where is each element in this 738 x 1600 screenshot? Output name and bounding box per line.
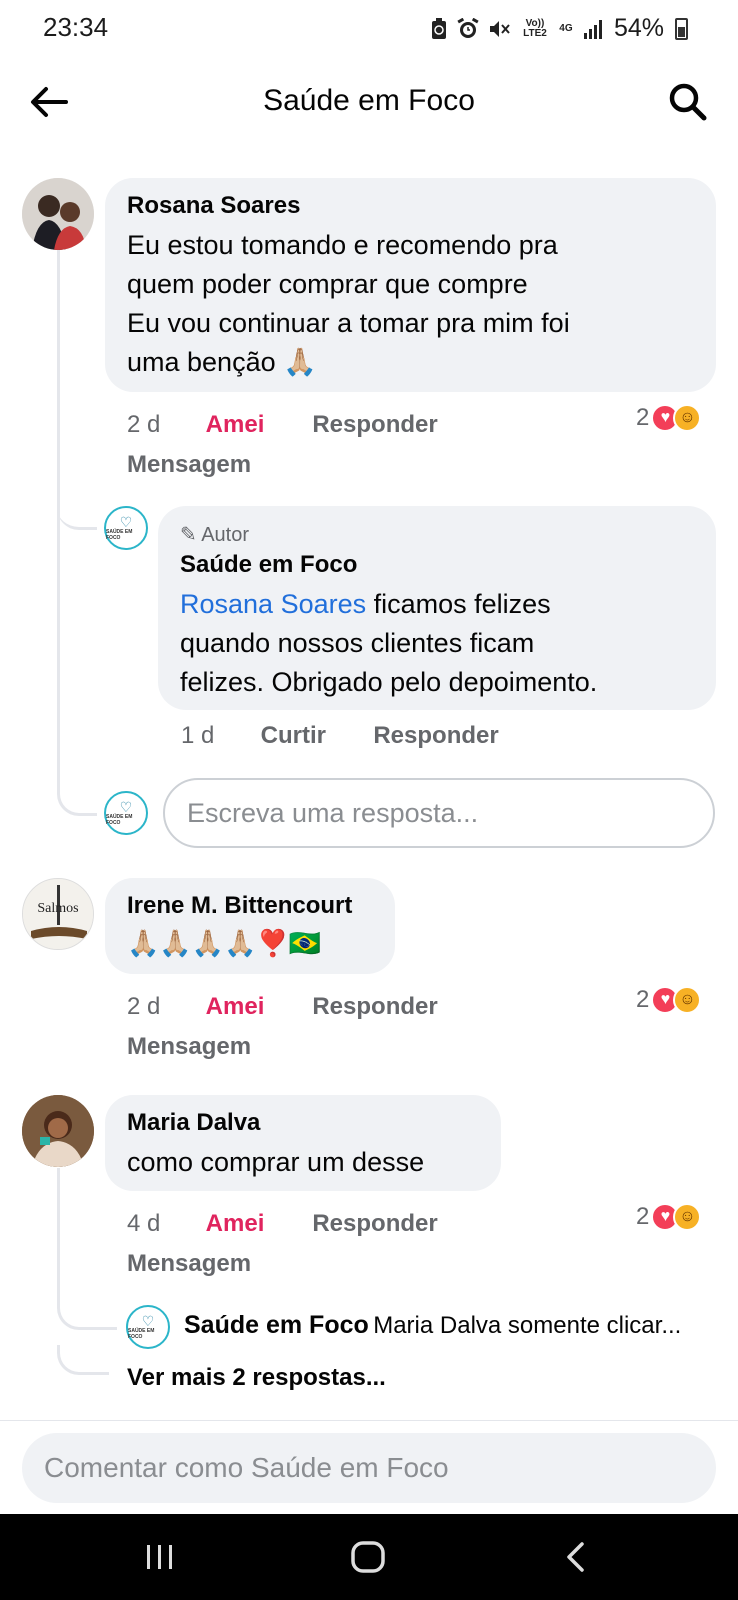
recent-apps-button[interactable] [140,1536,180,1578]
battery-percent: 54% [613,14,664,42]
battery-saver-icon [430,17,448,40]
reply-preview[interactable]: Saúde em Foco Maria Dalva somente clicar… [184,1311,724,1340]
mute-icon [488,18,512,40]
haha-reaction-icon: ☺ [673,986,702,1014]
home-icon [351,1541,385,1573]
thread-line [57,1168,60,1308]
message-button[interactable]: Mensagem [127,445,251,485]
comment-input[interactable]: Comentar como Saúde em Foco [22,1433,716,1503]
comment-text: 🙏🏼🙏🏼🙏🏼🙏🏼❣️🇧🇷 [127,928,322,958]
reaction-count: 2 [636,1203,650,1230]
comment-author[interactable]: Irene M. Bittencourt [127,892,373,920]
reaction-count: 2 [636,404,650,431]
reaction-summary[interactable]: 2 ♥ ☺ [636,986,702,1014]
reaction-button[interactable]: Amei [206,987,306,1027]
reply-input[interactable]: Escreva uma resposta... [163,778,715,848]
reply-actions: 1 d Curtir Responder [181,722,499,750]
heart-logo-icon: ♡ [119,514,133,530]
like-button[interactable]: Curtir [261,722,367,750]
back-nav-icon [567,1542,584,1572]
reply-preview-author: Saúde em Foco [184,1311,369,1339]
avatar[interactable]: Salmos [22,878,94,950]
comment-time: 4 d [127,1210,161,1237]
search-button[interactable] [666,80,710,124]
back-nav-button[interactable] [560,1536,590,1578]
search-icon [669,83,707,121]
comment-bubble[interactable]: Irene M. Bittencourt 🙏🏼🙏🏼🙏🏼🙏🏼❣️🇧🇷 [105,878,395,974]
comment-text: como comprar um desse [127,1147,425,1177]
message-button[interactable]: Mensagem [127,1027,251,1067]
heart-logo-icon: ♡ [119,799,133,815]
comment-text-line: uma benção 🙏🏼 [127,347,317,377]
reaction-summary[interactable]: 2 ♥ ☺ [636,404,702,432]
comment-time: 2 d [127,411,161,438]
comment-actions: 4 d Amei Responder Mensagem [127,1204,438,1284]
reaction-count: 2 [636,986,650,1013]
mention-link[interactable]: Rosana Soares [180,589,366,619]
reaction-button[interactable]: Amei [206,1204,306,1244]
thread-connector [57,1290,117,1330]
comment-bubble[interactable]: Maria Dalva como comprar um desse [105,1095,501,1191]
reply-button[interactable]: Responder [373,722,498,750]
comment-bubble[interactable]: Rosana Soares Eu estou tomando e recomen… [105,178,716,392]
reply-author[interactable]: Saúde em Foco [180,551,694,579]
thread-connector [57,1345,109,1375]
heart-logo-icon: ♡ [141,1313,155,1329]
reply-button[interactable]: Responder [312,405,437,445]
haha-reaction-icon: ☺ [673,404,702,432]
avatar-label: Salmos [37,901,79,916]
system-nav-bar [0,1514,738,1600]
comment-actions: 2 d Amei Responder Mensagem [127,987,438,1067]
reply-text-line: quando nossos clientes ficam [180,628,535,658]
status-time: 23:34 [43,12,109,42]
reply-button[interactable]: Responder [312,987,437,1027]
comment-text-line: Eu vou continuar a tomar pra mim foi [127,308,570,338]
reply-text-line: felizes. Obrigado pelo depoimento. [180,667,598,697]
pencil-icon: ✎ [180,524,197,546]
haha-reaction-icon: ☺ [673,1203,702,1231]
reply-preview-text: Maria Dalva somente clicar... [373,1312,682,1339]
page-avatar[interactable]: ♡ SAÚDE EM FOCO [126,1305,170,1349]
reply-bubble[interactable]: ✎ Autor Saúde em Foco Rosana Soares fica… [158,506,716,710]
app-header: Saúde em Foco [0,62,738,142]
reply-time: 1 d [181,722,215,749]
reaction-summary[interactable]: 2 ♥ ☺ [636,1203,702,1231]
page-avatar[interactable]: ♡ SAÚDE EM FOCO [104,791,148,835]
comment-text-line: Eu estou tomando e recomendo pra [127,230,558,260]
page-title: Saúde em Foco [263,84,475,117]
reply-button[interactable]: Responder [312,1204,437,1244]
comment-text-line: quem poder comprar que compre [127,269,528,299]
comment-author[interactable]: Maria Dalva [127,1109,479,1137]
recent-apps-icon [147,1545,172,1569]
home-button[interactable] [347,1536,389,1578]
reaction-button[interactable]: Amei [206,405,306,445]
message-button[interactable]: Mensagem [127,1244,251,1284]
signal-icon [583,19,603,39]
volte-icon: Vo)) LTE2 [523,17,547,39]
reply-text-line: Rosana Soares ficamos felizes [180,589,551,619]
thread-connector [57,470,97,530]
comment-time: 2 d [127,993,161,1020]
avatar[interactable] [22,178,94,250]
author-badge: ✎ Autor [180,524,250,546]
thread-connector [57,760,97,816]
comment-bar: Comentar como Saúde em Foco [0,1420,738,1514]
page-avatar[interactable]: ♡ SAÚDE EM FOCO [104,506,148,550]
status-bar: 23:34 Vo)) LTE2 4G 54% [0,0,738,56]
alarm-icon [457,17,479,40]
view-more-replies[interactable]: Ver mais 2 respostas... [127,1364,386,1392]
comment-actions: 2 d Amei Responder Mensagem [127,405,438,485]
comment-author[interactable]: Rosana Soares [127,192,694,220]
battery-icon [675,17,688,40]
avatar[interactable] [22,1095,94,1167]
network-4g-icon: 4G [559,22,573,34]
status-icons: Vo)) LTE2 4G 54% [430,14,688,43]
